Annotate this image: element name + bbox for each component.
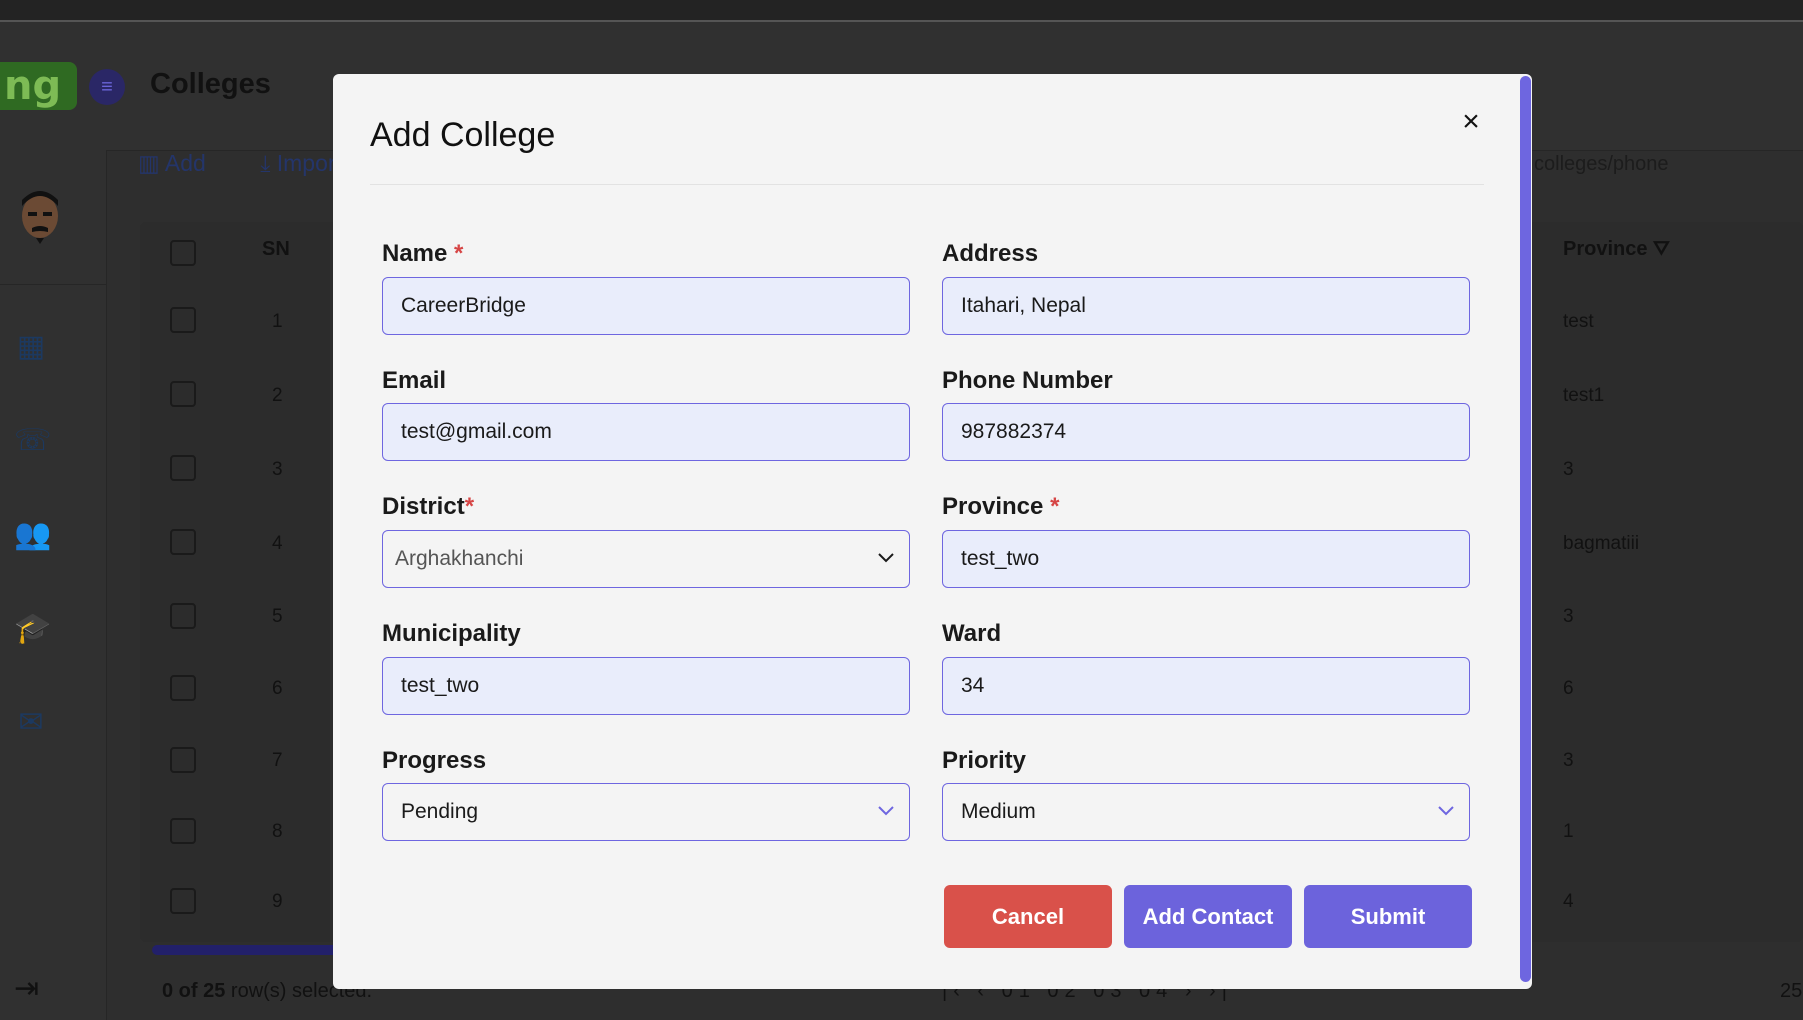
province-label: Province * xyxy=(942,493,1059,521)
priority-label: Priority xyxy=(942,747,1027,774)
row-province: test1 xyxy=(1563,385,1605,406)
row-sn: 1 xyxy=(272,311,283,332)
select-all-checkbox[interactable] xyxy=(170,240,196,266)
chevron-down-icon xyxy=(878,553,894,563)
row-checkbox[interactable] xyxy=(170,455,196,481)
progress-label: Progress xyxy=(382,747,487,774)
row-sn: 8 xyxy=(272,821,283,842)
import-button-label: Impor xyxy=(276,150,336,176)
message-icon[interactable]: ✉ xyxy=(14,706,48,740)
rows-per-page[interactable]: 25 xyxy=(1780,980,1802,1003)
municipality-input[interactable]: test_two xyxy=(382,657,910,715)
district-label-text: District xyxy=(382,493,465,520)
hamburger-icon: ≡ xyxy=(101,76,113,98)
row-checkbox[interactable] xyxy=(170,381,196,407)
close-icon[interactable]: × xyxy=(1457,107,1485,137)
progress-select[interactable]: Pending xyxy=(382,783,910,841)
app-logo: ng xyxy=(0,62,77,110)
progress-selected-value: Pending xyxy=(401,800,479,823)
user-avatar[interactable] xyxy=(14,186,66,248)
row-province: 3 xyxy=(1563,459,1574,480)
sidebar xyxy=(0,150,107,1020)
province-header-label: Province xyxy=(1563,238,1648,260)
modal-divider xyxy=(370,184,1484,185)
modal-scrollbar[interactable] xyxy=(1520,76,1531,982)
row-checkbox[interactable] xyxy=(170,675,196,701)
row-province: test xyxy=(1563,311,1594,332)
ward-input[interactable]: 34 xyxy=(942,657,1470,715)
row-checkbox[interactable] xyxy=(170,307,196,333)
row-province: 3 xyxy=(1563,606,1574,627)
row-sn: 5 xyxy=(272,606,283,627)
row-sn: 6 xyxy=(272,678,283,699)
add-contact-button[interactable]: Add Contact xyxy=(1124,885,1292,948)
chevron-down-icon xyxy=(878,806,894,816)
column-header-sn[interactable]: SN xyxy=(262,238,290,261)
row-sn: 4 xyxy=(272,533,283,554)
table-horizontal-scrollbar[interactable] xyxy=(152,945,362,955)
row-checkbox[interactable] xyxy=(170,529,196,555)
row-sn: 9 xyxy=(272,891,283,912)
district-label: District* xyxy=(382,493,474,521)
required-mark: * xyxy=(1050,493,1060,520)
browser-top-bar xyxy=(0,0,1803,22)
municipality-label: Municipality xyxy=(382,620,521,647)
ward-label: Ward xyxy=(942,620,1002,647)
graduation-cap-icon[interactable]: 🎓 xyxy=(14,612,51,646)
name-label: Name * xyxy=(382,240,463,268)
row-province: 4 xyxy=(1563,891,1574,912)
name-input[interactable]: CareerBridge xyxy=(382,277,910,335)
address-input[interactable]: Itahari, Nepal xyxy=(942,277,1470,335)
menu-toggle-button[interactable]: ≡ xyxy=(89,69,125,105)
row-province: 3 xyxy=(1563,750,1574,771)
phone-label: Phone Number xyxy=(942,367,1113,394)
route-label: colleges/phone xyxy=(1534,153,1669,175)
district-selected-value: Arghakhanchi xyxy=(395,547,524,570)
column-header-province[interactable]: Province ⛛ xyxy=(1563,238,1670,261)
modal-title: Add College xyxy=(370,116,556,154)
row-checkbox[interactable] xyxy=(170,888,196,914)
phone-input[interactable]: 987882374 xyxy=(942,403,1470,461)
email-label: Email xyxy=(382,367,447,394)
district-select[interactable]: Arghakhanchi xyxy=(382,530,910,588)
filter-icon[interactable]: ⛛ xyxy=(1653,238,1670,260)
row-sn: 3 xyxy=(272,459,283,480)
logout-icon[interactable]: ⇥ xyxy=(14,972,48,1006)
row-checkbox[interactable] xyxy=(170,818,196,844)
required-mark: * xyxy=(454,240,464,267)
phone-sync-icon[interactable]: ☏ xyxy=(14,424,52,458)
row-province: 6 xyxy=(1563,678,1574,699)
name-label-text: Name xyxy=(382,240,448,267)
dashboard-icon[interactable]: ▦ xyxy=(14,330,48,364)
address-label: Address xyxy=(942,240,1039,267)
email-input[interactable]: test@gmail.com xyxy=(382,403,910,461)
selected-count: 0 of 25 xyxy=(162,980,226,1002)
row-sn: 7 xyxy=(272,750,283,771)
chevron-down-icon xyxy=(1438,806,1454,816)
sidebar-divider xyxy=(0,284,106,285)
province-input[interactable]: test_two xyxy=(942,530,1470,588)
priority-selected-value: Medium xyxy=(961,800,1036,823)
add-button[interactable]: ▥ Add xyxy=(138,150,230,176)
row-sn: 2 xyxy=(272,385,283,406)
required-mark: * xyxy=(464,493,475,520)
priority-select[interactable]: Medium xyxy=(942,783,1470,841)
row-checkbox[interactable] xyxy=(170,603,196,629)
users-icon[interactable]: 👥 xyxy=(14,518,51,552)
row-province: bagmatiii xyxy=(1563,533,1640,554)
cancel-button[interactable]: Cancel xyxy=(944,885,1112,948)
page-title: Colleges xyxy=(150,68,271,100)
row-province: 1 xyxy=(1563,821,1574,842)
submit-button[interactable]: Submit xyxy=(1304,885,1472,948)
province-label-text: Province xyxy=(942,493,1044,520)
add-button-label: Add xyxy=(164,150,206,176)
row-checkbox[interactable] xyxy=(170,747,196,773)
